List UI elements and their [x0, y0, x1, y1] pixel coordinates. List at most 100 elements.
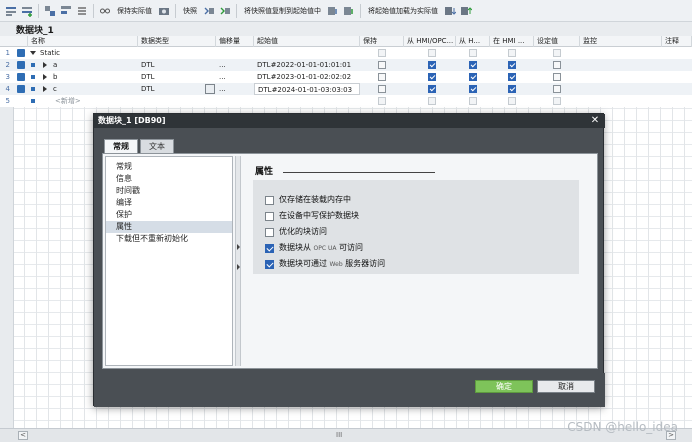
nav-item-compile[interactable]: 编译	[106, 197, 232, 209]
row-start-value[interactable]: DTL#2022-01-01-01:01:01	[254, 59, 360, 71]
setpoint-checkbox[interactable]	[553, 85, 561, 93]
expand-arrow-icon[interactable]	[43, 62, 47, 68]
row-name[interactable]: Static	[37, 47, 137, 59]
keep-actual-button[interactable]: 保持实际值	[114, 6, 155, 16]
option-write-protect[interactable]: 在设备中写保护数据块	[265, 210, 359, 222]
retain-checkbox[interactable]	[378, 49, 386, 57]
snapshot-button[interactable]: 快照	[180, 6, 200, 16]
download-icon[interactable]	[443, 4, 457, 18]
from-h-checkbox[interactable]	[469, 73, 477, 81]
opc-ua-checkbox[interactable]	[265, 244, 274, 253]
close-icon[interactable]: ✕	[589, 115, 601, 127]
in-hmi-checkbox[interactable]	[508, 73, 516, 81]
row-type[interactable]: DTL	[138, 83, 204, 95]
collapse-arrow-icon[interactable]	[30, 51, 36, 55]
scroll-left-button[interactable]: <	[18, 431, 28, 440]
setpoint-checkbox[interactable]	[553, 61, 561, 69]
write-protect-checkbox[interactable]	[265, 212, 274, 221]
hmi-opc-checkbox[interactable]	[428, 73, 436, 81]
in-hmi-checkbox[interactable]	[508, 97, 516, 105]
nav-item-general[interactable]: 常规	[106, 161, 232, 173]
option-optimized-access[interactable]: 优化的块访问	[265, 226, 327, 238]
copy-values-icon[interactable]	[218, 4, 232, 18]
copy-snapshot-button[interactable]: 将快照值复制到起始值中	[241, 6, 324, 16]
insert-row-icon[interactable]	[4, 4, 18, 18]
col-start[interactable]: 起始值	[254, 36, 360, 47]
retain-checkbox[interactable]	[378, 73, 386, 81]
scroll-thumb-grip[interactable]: III	[336, 431, 342, 439]
row-name[interactable]: a	[50, 59, 138, 71]
splitter-arrow-icon[interactable]	[237, 244, 240, 250]
add-new-row[interactable]: <新增>	[52, 95, 138, 107]
splitter-arrow-icon[interactable]	[237, 264, 240, 270]
nav-item-download-no-reinit[interactable]: 下载但不重新初始化	[106, 233, 232, 245]
hmi-opc-checkbox[interactable]	[428, 97, 436, 105]
row-name[interactable]: c	[50, 83, 138, 95]
in-hmi-checkbox[interactable]	[508, 61, 516, 69]
col-monitor[interactable]: 监控	[580, 36, 662, 47]
col-comment[interactable]: 注释	[662, 36, 692, 47]
add-row-icon[interactable]	[20, 4, 34, 18]
tab-general[interactable]: 常规	[104, 139, 138, 153]
load-memory-checkbox[interactable]	[265, 196, 274, 205]
row-name[interactable]: b	[50, 71, 138, 83]
camera-icon[interactable]	[157, 4, 171, 18]
glasses-icon[interactable]	[98, 4, 112, 18]
table-row[interactable]: 1 Static	[0, 47, 692, 59]
setpoint-checkbox[interactable]	[553, 49, 561, 57]
row-type[interactable]: DTL	[138, 59, 216, 71]
retain-checkbox[interactable]	[378, 97, 386, 105]
expand-icon[interactable]	[43, 4, 57, 18]
setpoint-checkbox[interactable]	[553, 97, 561, 105]
retain-checkbox[interactable]	[378, 61, 386, 69]
col-retain[interactable]: 保持	[360, 36, 404, 47]
col-in-hmi[interactable]: 在 HMI ...	[490, 36, 534, 47]
hmi-opc-checkbox[interactable]	[428, 49, 436, 57]
retain-checkbox[interactable]	[378, 85, 386, 93]
nav-item-info[interactable]: 信息	[106, 173, 232, 185]
copy-snapshot-icon[interactable]	[202, 4, 216, 18]
expand-arrow-icon[interactable]	[43, 86, 47, 92]
list-icon[interactable]	[75, 4, 89, 18]
col-setpoint[interactable]: 设定值	[534, 36, 580, 47]
web-server-checkbox[interactable]	[265, 260, 274, 269]
load-start-button[interactable]: 将起始值加载为实际值	[365, 6, 441, 16]
hmi-opc-checkbox[interactable]	[428, 61, 436, 69]
from-h-checkbox[interactable]	[469, 49, 477, 57]
option-load-memory-only[interactable]: 仅存储在装载内存中	[265, 194, 351, 206]
upload-icon[interactable]	[459, 4, 473, 18]
nav-item-protection[interactable]: 保护	[106, 209, 232, 221]
tab-text[interactable]: 文本	[140, 139, 174, 153]
load-values-icon[interactable]	[342, 4, 356, 18]
row-type[interactable]: DTL	[138, 71, 216, 83]
from-h-checkbox[interactable]	[469, 85, 477, 93]
nav-item-attributes[interactable]: 属性	[106, 221, 232, 233]
row-start-value[interactable]: DTL#2023-01-01-02:02:02	[254, 71, 360, 83]
optimized-access-checkbox[interactable]	[265, 228, 274, 237]
row-start-value[interactable]: DTL#2024-01-01-03:03:03	[254, 83, 360, 95]
in-hmi-checkbox[interactable]	[508, 85, 516, 93]
table-row[interactable]: 2 a DTL ... DTL#2022-01-01-01:01:01	[0, 59, 692, 71]
option-web-server-access[interactable]: 数据块可通过 Web 服务器访问	[265, 258, 385, 270]
hmi-opc-checkbox[interactable]	[428, 85, 436, 93]
in-hmi-checkbox[interactable]	[508, 49, 516, 57]
table-row[interactable]: 4 c DTL ... DTL#2024-01-01-03:03:03	[0, 83, 692, 95]
col-from-h[interactable]: 从 H...	[456, 36, 490, 47]
from-h-checkbox[interactable]	[469, 97, 477, 105]
col-from-hmi-opc[interactable]: 从 HMI/OPC...	[404, 36, 456, 47]
cancel-button[interactable]: 取消	[537, 380, 595, 393]
collapse-icon[interactable]	[59, 4, 73, 18]
table-row[interactable]: 5 <新增>	[0, 95, 692, 107]
pane-splitter[interactable]	[235, 156, 241, 366]
col-type[interactable]: 数据类型	[138, 36, 216, 47]
setpoint-checkbox[interactable]	[553, 73, 561, 81]
type-picker-icon[interactable]	[205, 84, 215, 94]
ok-button[interactable]: 确定	[475, 380, 533, 393]
col-name[interactable]: 名称	[28, 36, 138, 47]
col-offset[interactable]: 偏移量	[216, 36, 254, 47]
from-h-checkbox[interactable]	[469, 61, 477, 69]
start-value-icon[interactable]	[326, 4, 340, 18]
table-row[interactable]: 3 b DTL ... DTL#2023-01-01-02:02:02	[0, 71, 692, 83]
expand-arrow-icon[interactable]	[43, 74, 47, 80]
option-opc-ua-access[interactable]: 数据块从 OPC UA 可访问	[265, 242, 363, 254]
